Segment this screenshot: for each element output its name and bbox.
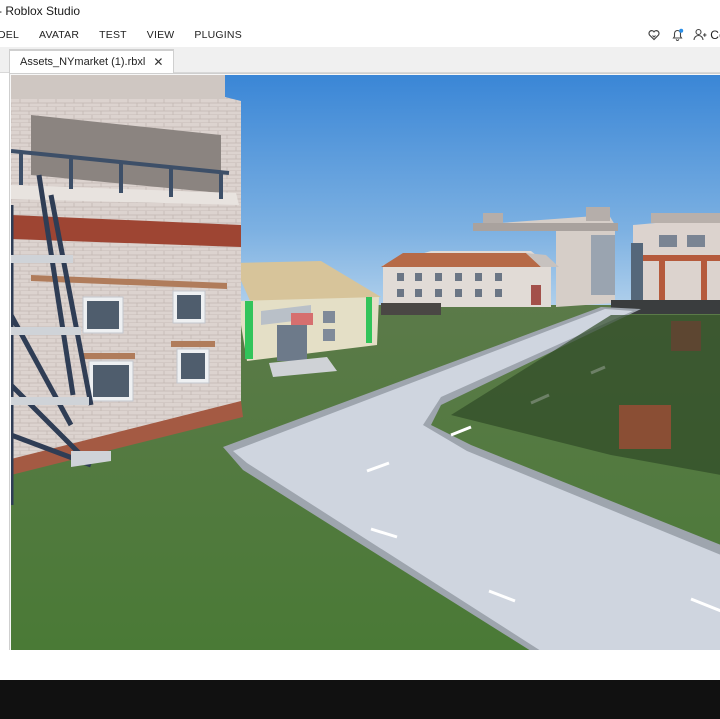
crate — [619, 405, 671, 449]
two-story-building — [381, 251, 559, 307]
close-icon[interactable]: ✕ — [153, 55, 163, 69]
menu-test[interactable]: TEST — [89, 29, 137, 41]
title-bar: - Roblox Studio — [0, 0, 720, 22]
window-title: - Roblox Studio — [0, 4, 81, 18]
document-tab-strip: Assets_NYmarket (1).rbxl ✕ — [0, 47, 720, 73]
collaborate-button[interactable]: Co — [693, 28, 720, 42]
scene-render — [11, 75, 720, 651]
bell-icon[interactable] — [670, 28, 684, 42]
heart-icon[interactable] — [647, 28, 661, 42]
collaborate-icon — [693, 28, 707, 40]
crate-small — [671, 321, 701, 351]
fence-left — [381, 303, 441, 315]
ribbon-menu: DEL AVATAR TEST VIEW PLUGINS Co — [0, 22, 720, 47]
os-taskbar — [0, 680, 720, 719]
collaborate-label: Co — [710, 27, 720, 42]
roblox-studio-window: - Roblox Studio DEL AVATAR TEST VIEW PLU… — [0, 0, 720, 719]
ribbon-right-tools: Co — [647, 22, 720, 47]
status-area — [0, 650, 720, 680]
menu-view[interactable]: VIEW — [137, 29, 185, 41]
menu-plugins[interactable]: PLUGINS — [184, 29, 252, 41]
viewport-frame — [9, 73, 720, 651]
3d-viewport[interactable] — [11, 75, 720, 651]
tab-label: Assets_NYmarket (1).rbxl — [20, 56, 146, 68]
menu-avatar[interactable]: AVATAR — [29, 29, 89, 41]
menu-model[interactable]: DEL — [0, 29, 29, 41]
tab-assets-nymarket[interactable]: Assets_NYmarket (1).rbxl ✕ — [9, 49, 175, 73]
